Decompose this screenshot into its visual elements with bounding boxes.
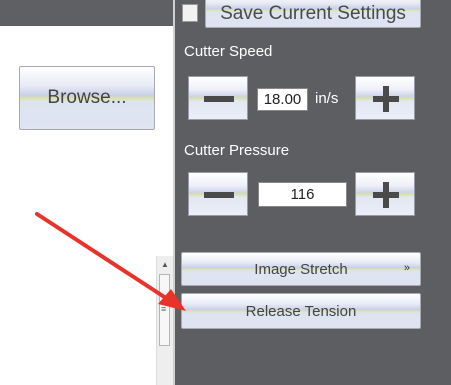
annotation-arrow	[35, 212, 186, 311]
arrow-shaft	[35, 212, 174, 304]
arrow-head-icon	[158, 289, 186, 311]
